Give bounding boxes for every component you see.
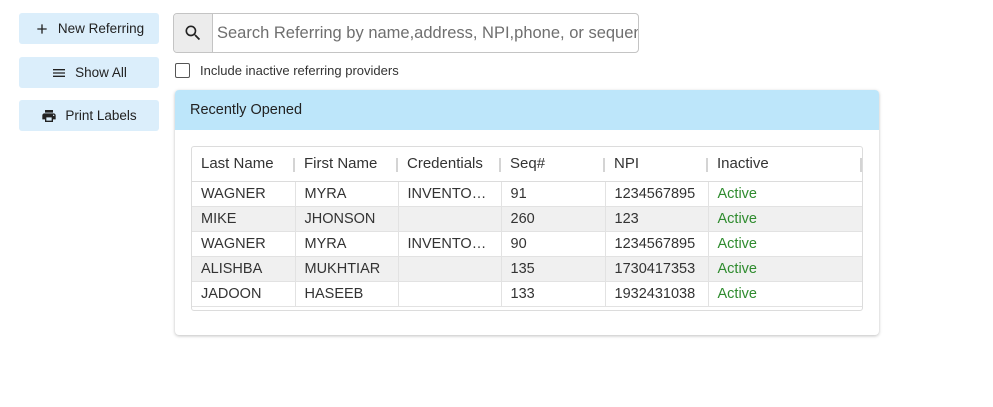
cell-seq: 133 [501, 281, 606, 307]
cell-first-name: MYRA [295, 231, 399, 257]
table-row[interactable]: WAGNER MYRA INVENTO… 91 1234567895 Activ… [192, 181, 862, 207]
cell-first-name: JHONSON [295, 206, 399, 232]
plus-icon [34, 21, 50, 37]
referring-page: New Referring Show All Print Labels Incl… [0, 0, 993, 407]
cell-first-name: MUKHTIAR [295, 256, 399, 282]
cell-status: Active [708, 231, 862, 257]
cell-first-name: HASEEB [295, 281, 399, 307]
menu-icon [51, 65, 67, 81]
cell-credentials [398, 206, 502, 232]
table-row[interactable]: JADOON HASEEB 133 1932431038 Active [192, 281, 862, 307]
printer-icon [41, 108, 57, 124]
table-row[interactable]: ALISHBA MUKHTIAR 135 1730417353 Active [192, 256, 862, 282]
column-header-credentials[interactable]: Credentials [398, 147, 501, 182]
cell-last-name: WAGNER [192, 231, 296, 257]
panel-title: Recently Opened [175, 90, 879, 130]
cell-status: Active [708, 281, 862, 307]
cell-npi: 1234567895 [605, 231, 709, 257]
include-inactive-checkbox[interactable] [175, 63, 190, 78]
recently-opened-panel: Recently Opened Last Name First Name Cre… [175, 90, 879, 335]
column-header-inactive[interactable]: Inactive [708, 147, 862, 182]
cell-seq: 135 [501, 256, 606, 282]
search-bar [173, 13, 639, 53]
cell-status: Active [708, 256, 862, 282]
show-all-label: Show All [75, 65, 127, 80]
table-row[interactable]: MIKE JHONSON 260 123 Active [192, 206, 862, 232]
include-inactive-row: Include inactive referring providers [175, 63, 399, 78]
cell-last-name: MIKE [192, 206, 296, 232]
cell-npi: 123 [605, 206, 709, 232]
cell-npi: 1932431038 [605, 281, 709, 307]
column-header-first-name[interactable]: First Name [295, 147, 398, 182]
include-inactive-label: Include inactive referring providers [200, 63, 399, 78]
cell-seq: 91 [501, 181, 606, 207]
column-header-seq[interactable]: Seq# [501, 147, 605, 182]
cell-seq: 260 [501, 206, 606, 232]
print-labels-button[interactable]: Print Labels [19, 100, 159, 131]
cell-npi: 1234567895 [605, 181, 709, 207]
column-header-npi[interactable]: NPI [605, 147, 708, 182]
recent-table: Last Name First Name Credentials Seq# NP… [191, 146, 863, 311]
cell-first-name: MYRA [295, 181, 399, 207]
cell-last-name: WAGNER [192, 181, 296, 207]
cell-credentials [398, 256, 502, 282]
table-row[interactable]: WAGNER MYRA INVENTO… 90 1234567895 Activ… [192, 231, 862, 257]
search-icon [183, 23, 203, 43]
print-labels-label: Print Labels [65, 108, 137, 123]
search-input[interactable] [213, 14, 638, 52]
new-referring-label: New Referring [57, 21, 145, 36]
search-button[interactable] [174, 14, 213, 52]
new-referring-button[interactable]: New Referring [19, 13, 159, 44]
cell-credentials: INVENTO… [398, 181, 502, 207]
cell-last-name: JADOON [192, 281, 296, 307]
cell-status: Active [708, 206, 862, 232]
cell-npi: 1730417353 [605, 256, 709, 282]
cell-credentials [398, 281, 502, 307]
table-header-row: Last Name First Name Credentials Seq# NP… [192, 147, 862, 182]
cell-seq: 90 [501, 231, 606, 257]
column-header-last-name[interactable]: Last Name [192, 147, 295, 182]
cell-credentials: INVENTO… [398, 231, 502, 257]
show-all-button[interactable]: Show All [19, 57, 159, 88]
cell-last-name: ALISHBA [192, 256, 296, 282]
cell-status: Active [708, 181, 862, 207]
